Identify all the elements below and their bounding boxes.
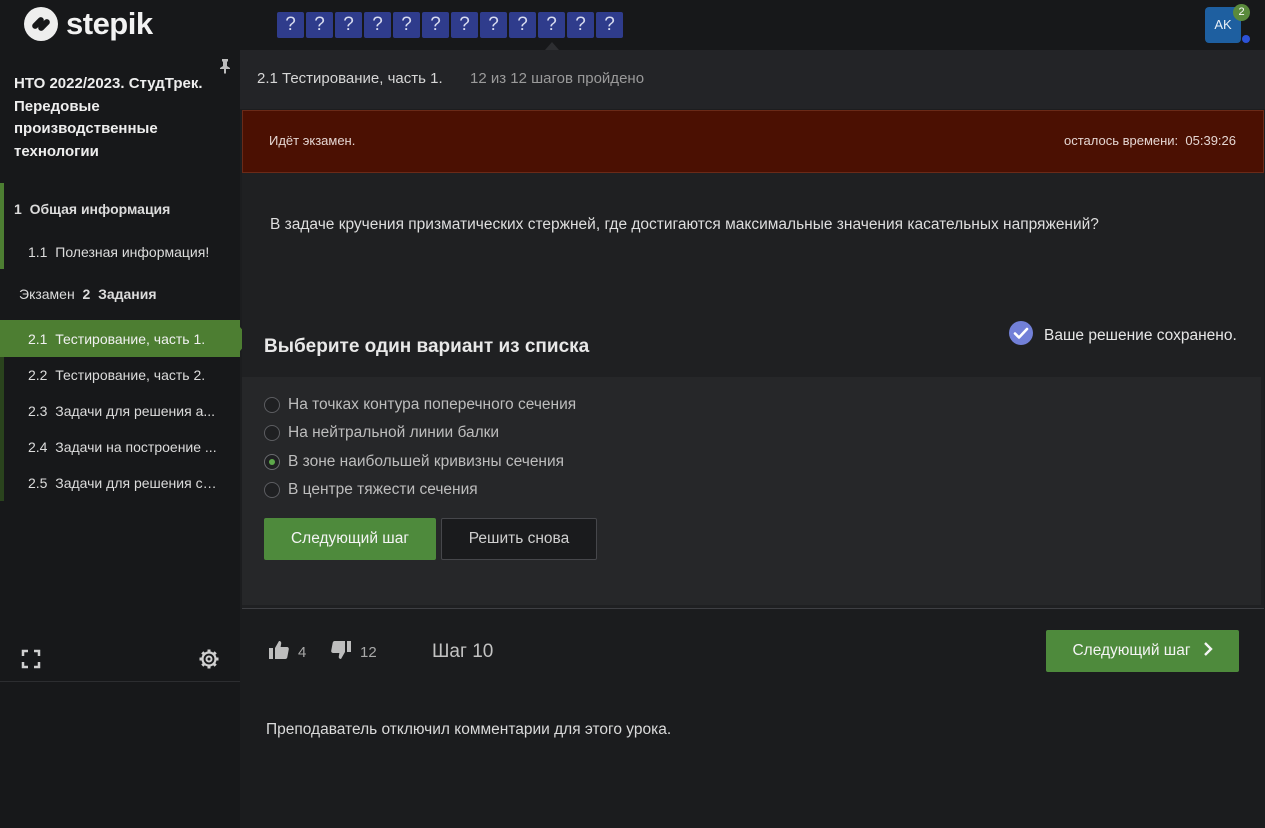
option-4[interactable]: В центре тяжести сечения xyxy=(264,481,478,499)
lesson-number: 2.2 xyxy=(28,367,48,383)
lesson-label: Задачи на построение ... xyxy=(55,439,217,455)
sidebar-footer-divider xyxy=(0,681,240,682)
lesson-progress: 12 из 12 шагов пройдено xyxy=(470,70,645,87)
exam-prefix: Экзамен xyxy=(19,286,75,302)
next-step-button-footer[interactable]: Следующий шаг xyxy=(1046,630,1239,672)
radio-button[interactable] xyxy=(264,482,280,498)
chevron-right-icon xyxy=(1203,641,1213,662)
dislike-button[interactable]: 12 xyxy=(330,639,377,666)
stepik-logo[interactable]: stepik xyxy=(24,7,153,41)
lesson-title: 2.1 Тестирование, часть 1. xyxy=(257,70,443,87)
course-title[interactable]: НТО 2022/2023. СтудТрек. Передовые произ… xyxy=(14,73,224,163)
step-marker-9[interactable]: ? xyxy=(509,12,536,38)
step-marker-2[interactable]: ? xyxy=(306,12,333,38)
sidebar-item-tasks-c[interactable]: 2.5 Задачи для решения с ... xyxy=(0,465,240,501)
step-number: Шаг 10 xyxy=(432,641,494,662)
lesson-number: 2.1 xyxy=(28,330,48,347)
sidebar-section-tasks[interactable]: Экзамен 2 Задания xyxy=(0,276,240,312)
step-marker-1[interactable]: ? xyxy=(277,12,304,38)
lesson-label: Задачи для решения а... xyxy=(55,403,216,419)
section-number: 2 xyxy=(82,286,91,302)
stepik-logo-icon xyxy=(24,7,58,41)
option-label: На нейтральной линии балки xyxy=(288,424,500,441)
step-marker-8[interactable]: ? xyxy=(480,12,507,38)
step-marker-6[interactable]: ? xyxy=(422,12,449,38)
section-label: Общая информация xyxy=(29,200,171,217)
like-count: 4 xyxy=(298,644,307,661)
lesson-number: 2.5 xyxy=(28,475,48,491)
lesson-number: 1.1 xyxy=(28,243,48,260)
sidebar-section-general[interactable]: 1 Общая информация xyxy=(0,183,240,234)
thumbs-down-icon xyxy=(330,639,352,666)
option-label: В центре тяжести сечения xyxy=(288,481,478,498)
check-circle-icon xyxy=(1008,320,1034,351)
sidebar-item-test-part-2[interactable]: 2.2 Тестирование, часть 2. xyxy=(0,357,240,393)
sidebar-item-construction-tasks[interactable]: 2.4 Задачи на построение ... xyxy=(0,429,240,465)
choice-prompt: Выберите один вариант из списка xyxy=(264,336,590,357)
section-label: Задания xyxy=(98,286,157,302)
step-marker-12[interactable]: ? xyxy=(596,12,623,38)
next-step-button[interactable]: Следующий шаг xyxy=(264,518,436,560)
sidebar-item-test-part-1[interactable]: 2.1 Тестирование, часть 1. xyxy=(0,320,250,357)
step-marker-4[interactable]: ? xyxy=(364,12,391,38)
step-marker-3[interactable]: ? xyxy=(335,12,362,38)
step-marker-10-current[interactable]: ? xyxy=(538,12,565,50)
notification-badge[interactable]: 2 xyxy=(1233,4,1250,21)
sidebar-item-tasks-a[interactable]: 2.3 Задачи для решения а... xyxy=(0,393,240,429)
option-3-selected[interactable]: В зоне наибольшей кривизны сечения xyxy=(264,453,564,471)
step-marker-5[interactable]: ? xyxy=(393,12,420,38)
logo-text: stepik xyxy=(66,6,153,41)
radio-button[interactable] xyxy=(264,397,280,413)
lesson-label: Тестирование, часть 2. xyxy=(55,367,206,383)
lesson-label: Полезная информация! xyxy=(55,243,210,260)
status-dot xyxy=(1242,35,1250,43)
app-root: stepik ? ? ? ? ? ? ? ? ? ? ? ? AK 2 НТО … xyxy=(0,0,1265,828)
next-step-label: Следующий шаг xyxy=(1072,642,1191,659)
comments-disabled-note: Преподаватель отключил комментарии для э… xyxy=(266,721,672,738)
option-label: На точках контура поперечного сечения xyxy=(288,396,577,413)
dislike-count: 12 xyxy=(360,644,377,661)
exam-timer: осталось времени: 05:39:26 xyxy=(1063,133,1236,148)
fullscreen-icon[interactable] xyxy=(21,649,41,674)
radio-button[interactable] xyxy=(264,425,280,441)
saved-text: Ваше решение сохранено. xyxy=(1044,326,1237,344)
lesson-progress-bar xyxy=(0,234,4,269)
option-label: В зоне наибольшей кривизны сечения xyxy=(288,453,565,470)
question-text: В задаче кручения призматических стержне… xyxy=(270,216,1099,233)
lesson-label: Тестирование, часть 1. xyxy=(55,330,206,347)
gear-icon[interactable] xyxy=(198,648,220,675)
like-button[interactable]: 4 xyxy=(268,639,306,666)
step-marker-7[interactable]: ? xyxy=(451,12,478,38)
radio-button-checked[interactable] xyxy=(264,454,280,470)
step-marker-11[interactable]: ? xyxy=(567,12,594,38)
lesson-label: Задачи для решения с ... xyxy=(55,475,218,491)
step-navigation: ? ? ? ? ? ? ? ? ? ? ? ? xyxy=(277,12,623,50)
top-bar: stepik ? ? ? ? ? ? ? ? ? ? ? ? AK 2 xyxy=(0,0,1265,50)
retry-button[interactable]: Решить снова xyxy=(441,518,597,560)
thumbs-up-icon xyxy=(268,639,290,666)
option-1[interactable]: На точках контура поперечного сечения xyxy=(264,396,576,414)
lesson-number: 2.4 xyxy=(28,439,48,455)
sidebar-item-useful-info[interactable]: 1.1 Полезная информация! xyxy=(0,234,240,269)
lesson-number: 2.3 xyxy=(28,403,48,419)
option-2[interactable]: На нейтральной линии балки xyxy=(264,424,499,442)
exam-status: Идёт экзамен. xyxy=(269,133,356,148)
section-progress-bar xyxy=(0,183,4,234)
saved-indicator: Ваше решение сохранено. xyxy=(1008,320,1237,351)
section-number: 1 xyxy=(14,200,22,217)
